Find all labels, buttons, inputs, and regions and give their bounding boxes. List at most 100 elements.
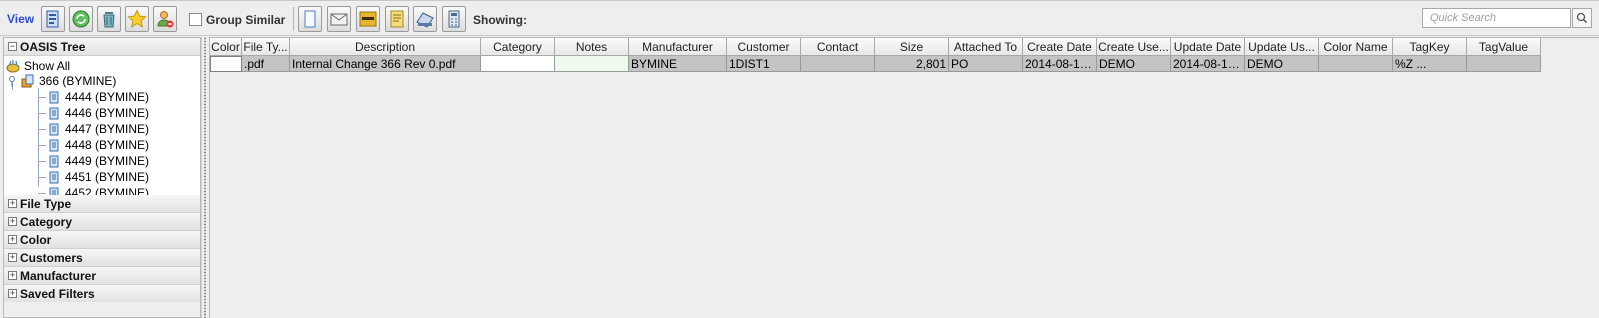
expand-icon[interactable]: + bbox=[8, 235, 17, 244]
cell-color-name[interactable] bbox=[1319, 56, 1393, 72]
expand-icon[interactable]: + bbox=[8, 253, 17, 262]
cell-notes[interactable] bbox=[555, 56, 629, 72]
show-all-label: Show All bbox=[24, 59, 71, 73]
oasis-tree-title: OASIS Tree bbox=[20, 40, 86, 54]
email-button[interactable] bbox=[327, 6, 351, 32]
notes-icon bbox=[390, 10, 404, 28]
tree-child-label: 4447 (BYMINE) bbox=[65, 122, 150, 136]
favorite-star-icon bbox=[127, 9, 147, 28]
column-header-attached-to[interactable]: Attached To bbox=[949, 38, 1023, 56]
tree-child-label: 4449 (BYMINE) bbox=[65, 154, 150, 168]
tree-child-node[interactable]: 4451 (BYMINE) bbox=[38, 169, 149, 185]
recycle-bin-button[interactable] bbox=[97, 6, 121, 32]
customers-section[interactable]: + Customers bbox=[4, 249, 200, 267]
expand-icon[interactable]: + bbox=[8, 217, 17, 226]
cell-tagkey[interactable]: %Z ... bbox=[1393, 56, 1467, 72]
column-header-notes[interactable]: Notes bbox=[555, 38, 629, 56]
tree-child-node[interactable]: 4444 (BYMINE) bbox=[38, 89, 149, 105]
tree-child-node[interactable]: 4449 (BYMINE) bbox=[38, 153, 149, 169]
cell-size[interactable]: 2,801 bbox=[875, 56, 949, 72]
refresh-button[interactable] bbox=[69, 6, 93, 32]
tree-root-label: 366 (BYMINE) bbox=[39, 74, 117, 88]
notes-button[interactable] bbox=[385, 6, 409, 32]
show-all-icon bbox=[6, 59, 20, 73]
table-row[interactable]: .pdf Internal Change 366 Rev 0.pdf BYMIN… bbox=[210, 56, 1541, 72]
panel-splitter[interactable] bbox=[201, 37, 208, 318]
cell-create-date[interactable]: 2014-08-14... bbox=[1023, 56, 1097, 72]
tree-child-node[interactable]: 4448 (BYMINE) bbox=[38, 137, 149, 153]
category-section[interactable]: + Category bbox=[4, 213, 200, 231]
toolbar: View Group Similar Showing: Quick Search bbox=[0, 0, 1599, 36]
cell-manufacturer[interactable]: BYMINE bbox=[629, 56, 727, 72]
document-view-button[interactable] bbox=[41, 6, 65, 32]
cell-update-date[interactable]: 2014-08-14... bbox=[1171, 56, 1245, 72]
document-icon bbox=[47, 170, 61, 184]
showing-label: Showing: bbox=[473, 13, 527, 27]
tree-child-node[interactable]: 4447 (BYMINE) bbox=[38, 121, 149, 137]
column-header-tagkey[interactable]: TagKey bbox=[1393, 38, 1467, 56]
column-header-update-user[interactable]: Update Us... bbox=[1245, 38, 1319, 56]
expand-icon[interactable]: + bbox=[8, 199, 17, 208]
file-type-section[interactable]: + File Type bbox=[4, 195, 200, 213]
group-similar-label: Group Similar bbox=[206, 13, 286, 27]
cell-customer[interactable]: 1DIST1 bbox=[727, 56, 801, 72]
cell-description[interactable]: Internal Change 366 Rev 0.pdf bbox=[290, 56, 481, 72]
documents-grid: Color File Ty... Description Category No… bbox=[209, 37, 1599, 318]
cell-update-user[interactable]: DEMO bbox=[1245, 56, 1319, 72]
column-header-create-user[interactable]: Create Use... bbox=[1097, 38, 1171, 56]
customers-section-label: Customers bbox=[20, 251, 83, 265]
color-section-label: Color bbox=[20, 233, 52, 247]
manufacturer-section[interactable]: + Manufacturer bbox=[4, 267, 200, 285]
cell-category[interactable] bbox=[481, 56, 555, 72]
document-icon bbox=[47, 154, 61, 168]
file-type-section-label: File Type bbox=[20, 197, 72, 211]
column-header-size[interactable]: Size bbox=[875, 38, 949, 56]
tree-child-node[interactable]: 4446 (BYMINE) bbox=[38, 105, 149, 121]
column-header-color[interactable]: Color bbox=[210, 38, 242, 56]
column-header-color-name[interactable]: Color Name bbox=[1319, 38, 1393, 56]
tree-child-label: 4448 (BYMINE) bbox=[65, 138, 150, 152]
cell-contact[interactable] bbox=[801, 56, 875, 72]
group-similar-checkbox[interactable] bbox=[189, 13, 202, 26]
panel-empty-area bbox=[4, 302, 200, 317]
user-remove-button[interactable] bbox=[153, 6, 177, 32]
recycle-bin-icon bbox=[103, 12, 115, 28]
column-header-description[interactable]: Description bbox=[290, 38, 481, 56]
cell-color[interactable] bbox=[210, 56, 242, 72]
column-header-contact[interactable]: Contact bbox=[801, 38, 875, 56]
document-icon bbox=[47, 106, 61, 120]
favorite-button[interactable] bbox=[125, 6, 149, 32]
column-header-tagvalue[interactable]: TagValue bbox=[1467, 38, 1541, 56]
column-header-file-type[interactable]: File Ty... bbox=[242, 38, 290, 56]
tree-root-node[interactable]: 366 (BYMINE) bbox=[7, 73, 116, 89]
new-document-button[interactable] bbox=[298, 6, 322, 32]
scanner-button[interactable] bbox=[356, 6, 380, 32]
user-remove-icon bbox=[157, 11, 174, 28]
collapse-icon[interactable]: − bbox=[8, 42, 17, 51]
calculator-icon bbox=[448, 10, 460, 28]
column-header-manufacturer[interactable]: Manufacturer bbox=[629, 38, 727, 56]
expand-icon[interactable]: + bbox=[8, 271, 17, 280]
cell-tagvalue[interactable] bbox=[1467, 56, 1541, 72]
search-button[interactable] bbox=[1572, 8, 1592, 28]
column-header-category[interactable]: Category bbox=[481, 38, 555, 56]
cell-attached-to[interactable]: PO bbox=[949, 56, 1023, 72]
show-all-node[interactable]: Show All bbox=[6, 58, 70, 74]
column-header-create-date[interactable]: Create Date bbox=[1023, 38, 1097, 56]
cell-file-type[interactable]: .pdf bbox=[242, 56, 290, 72]
expanded-handle-icon[interactable] bbox=[7, 74, 17, 88]
quick-search-input[interactable]: Quick Search bbox=[1422, 8, 1571, 28]
column-header-customer[interactable]: Customer bbox=[727, 38, 801, 56]
cell-create-user[interactable]: DEMO bbox=[1097, 56, 1171, 72]
document-view-icon bbox=[46, 10, 59, 28]
scan-document-button[interactable] bbox=[413, 6, 437, 32]
tree-child-label: 4444 (BYMINE) bbox=[65, 90, 150, 104]
saved-filters-section[interactable]: + Saved Filters bbox=[4, 285, 200, 303]
color-section[interactable]: + Color bbox=[4, 231, 200, 249]
expand-icon[interactable]: + bbox=[8, 289, 17, 298]
oasis-tree-header[interactable]: − OASIS Tree bbox=[4, 38, 200, 56]
document-icon bbox=[47, 122, 61, 136]
column-header-update-date[interactable]: Update Date bbox=[1171, 38, 1245, 56]
view-menu-label[interactable]: View bbox=[7, 12, 34, 26]
calculator-button[interactable] bbox=[442, 6, 466, 32]
